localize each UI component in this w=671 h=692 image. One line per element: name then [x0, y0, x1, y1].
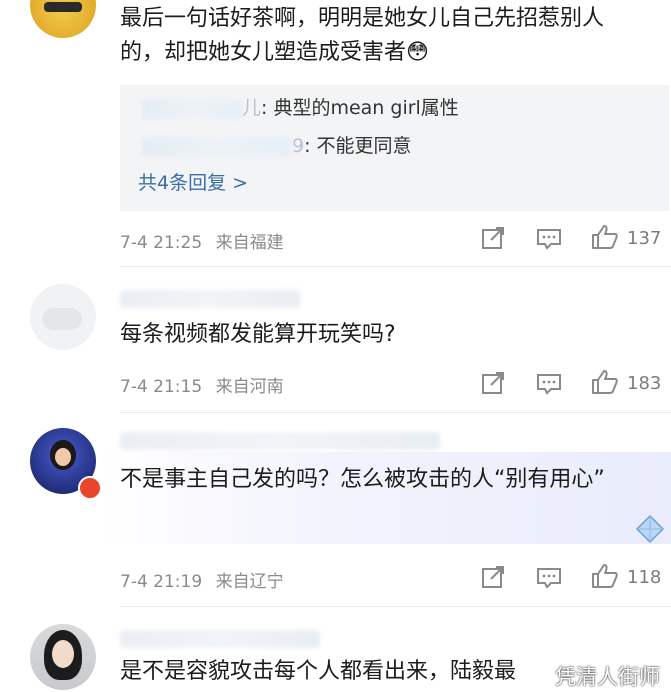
divider [120, 412, 671, 413]
comment-meta: 7-4 21:15 来自河南 [120, 372, 284, 397]
divider [120, 266, 671, 267]
person-face [55, 448, 71, 466]
person-face [52, 640, 74, 668]
comment-meta: 7-4 21:25 来自福建 [120, 228, 284, 253]
diamond-badge-icon [635, 514, 665, 544]
comment-location: 来自辽宁 [215, 572, 284, 592]
comment-text: 是不是容貌攻击每个人都看出来，陆毅最 [120, 659, 517, 684]
username-blurred [120, 290, 300, 308]
comment-time: 7-4 21:19 [120, 572, 203, 592]
reply-author-blurred [142, 98, 242, 119]
share-icon[interactable] [481, 226, 507, 250]
avatar[interactable] [30, 284, 96, 350]
reply-2[interactable]: 9: 不能更同意 [142, 131, 412, 158]
view-more-replies-link[interactable]: 共4条回复 > [138, 168, 248, 195]
comment-location: 来自福建 [215, 233, 284, 253]
divider [120, 606, 671, 607]
comment-location: 来自河南 [215, 377, 284, 397]
comment-icon[interactable] [536, 373, 562, 395]
comment-icon[interactable] [536, 228, 562, 250]
avatar[interactable] [30, 624, 96, 690]
reply-1[interactable]: 儿: 典型的mean girl属性 [142, 93, 459, 120]
replies-box[interactable]: 儿: 典型的mean girl属性 9: 不能更同意 共4条回复 > [120, 85, 669, 211]
cloud-icon [42, 308, 82, 330]
comment-text: 每条视频都发能算开玩笑吗? [120, 322, 396, 347]
like-count: 118 [627, 567, 662, 588]
username-blurred [120, 432, 440, 450]
watermark-text: 凭清人街师 [555, 665, 660, 689]
share-icon[interactable] [481, 371, 507, 395]
comment-meta: 7-4 21:19 来自辽宁 [120, 567, 284, 592]
comment-icon[interactable] [536, 567, 562, 589]
like-icon[interactable] [591, 563, 619, 589]
like-count: 183 [627, 373, 662, 394]
reply-author-blurred [142, 136, 292, 157]
avatar[interactable] [30, 0, 96, 38]
username-blurred [120, 630, 320, 648]
like-icon[interactable] [591, 224, 619, 250]
comment-text: 不是事主自己发的吗？怎么被攻击的人“别有用心” [120, 467, 605, 492]
share-icon[interactable] [481, 565, 507, 589]
flushed-face-icon: 😳 [406, 40, 429, 65]
like-count: 137 [627, 228, 662, 249]
verified-badge-icon [78, 476, 102, 500]
comment-time: 7-4 21:25 [120, 233, 203, 253]
like-icon[interactable] [591, 369, 619, 395]
comment-time: 7-4 21:15 [120, 377, 203, 397]
sunglasses-icon [44, 2, 82, 12]
comment-text: 最后一句话好茶啊，明明是她女儿自己先招惹别人的，却把她女儿塑造成受害者😳 [120, 6, 605, 65]
